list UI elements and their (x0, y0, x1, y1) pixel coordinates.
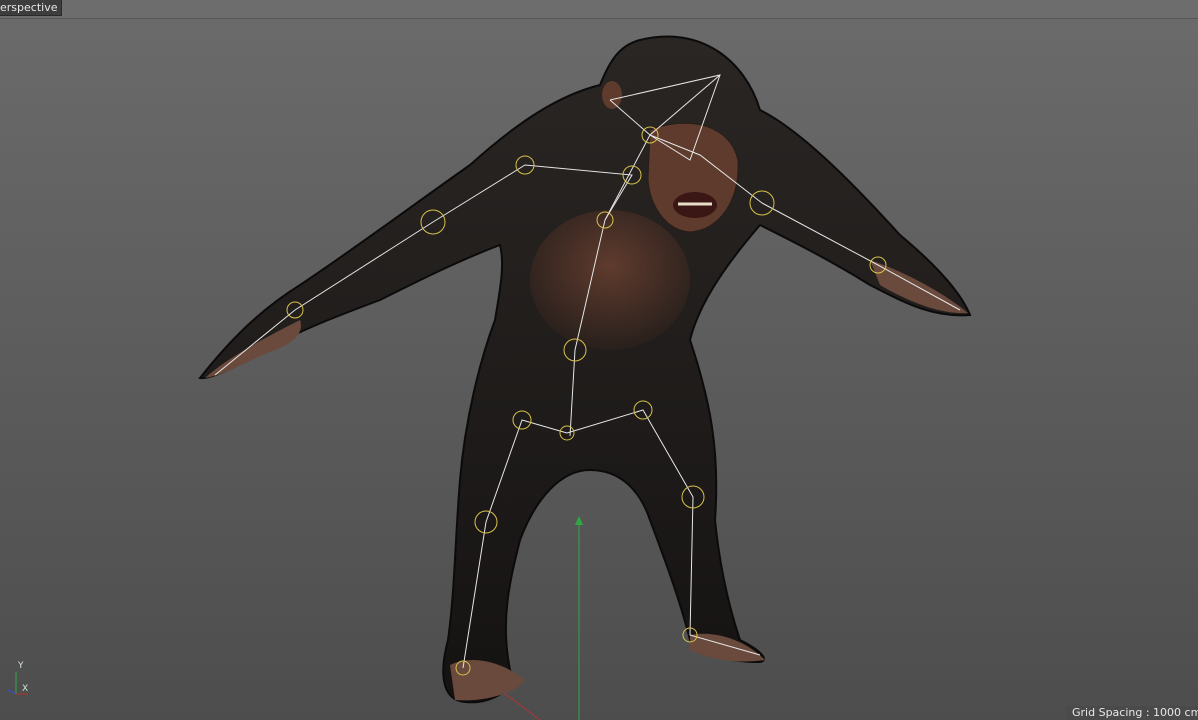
3d-viewport[interactable]: Y X Grid Spacing : 1000 cm (0, 18, 1198, 720)
gizmo-x-label: X (22, 684, 29, 694)
fur-silhouette (198, 35, 972, 704)
left-foot (450, 660, 525, 701)
ear (602, 81, 622, 109)
gizmo-z-axis (7, 689, 17, 695)
viewport-view-label[interactable]: erspective (0, 0, 63, 16)
chest-skin (530, 210, 690, 350)
orientation-gizmo: Y X (2, 662, 32, 696)
world-x-axis (499, 689, 541, 720)
chimpanzee-model[interactable] (198, 35, 972, 704)
viewport-header: erspective (0, 0, 1198, 19)
viewport-canvas[interactable] (0, 18, 1198, 720)
world-y-axis-arrow-icon (575, 516, 583, 525)
grid-spacing-readout: Grid Spacing : 1000 cm (1066, 706, 1198, 720)
gizmo-y-label: Y (18, 661, 24, 671)
